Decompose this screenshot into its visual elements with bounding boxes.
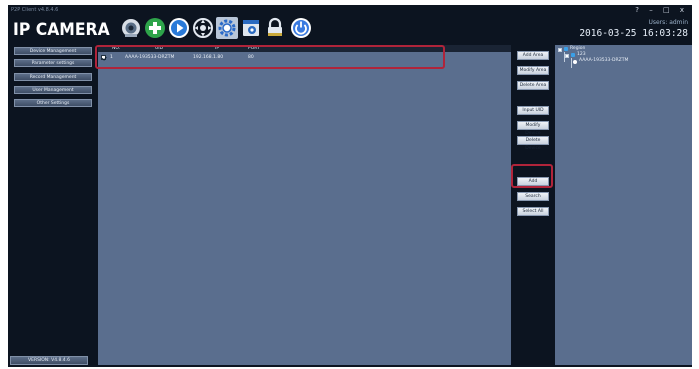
group-icon <box>571 53 575 57</box>
record-file-icon[interactable] <box>240 17 262 39</box>
app-window: P2P Client v4.8.4.6 ? – □ x IP CAMERA Us… <box>8 5 692 367</box>
ptz-icon[interactable] <box>192 17 214 39</box>
maximize-button[interactable]: □ <box>663 6 674 14</box>
device-icon <box>573 60 577 64</box>
sidebar-item-record-management[interactable]: Record Management <box>14 73 92 81</box>
tree-connector <box>571 58 572 68</box>
region-icon <box>564 47 568 51</box>
help-button[interactable]: ? <box>635 6 643 14</box>
power-icon[interactable] <box>290 17 312 39</box>
title-bar: P2P Client v4.8.4.6 ? – □ x <box>8 5 692 17</box>
add-icon[interactable] <box>144 17 166 39</box>
device-row-highlight <box>95 45 445 69</box>
window-title: P2P Client v4.8.4.6 <box>11 7 59 13</box>
app-brand: IP CAMERA <box>13 20 110 40</box>
tree-node-device[interactable]: AAAA-193533-DRZTM <box>579 58 628 64</box>
delete-area-button[interactable]: Delete Area <box>517 81 549 90</box>
expand-toggle-icon[interactable] <box>558 48 562 52</box>
search-button[interactable]: Search <box>517 192 549 201</box>
region-tree: Region 123 AAAA-193533-DRZTM <box>555 45 692 365</box>
version-label: VERSION: V4.8.4.6 <box>10 356 88 365</box>
input-uid-button[interactable]: Input UID <box>517 106 549 115</box>
sidebar-item-other-settings[interactable]: Other Settings <box>14 99 92 107</box>
lock-icon[interactable] <box>264 17 286 39</box>
add-button-highlight <box>511 164 553 188</box>
modify-device-button[interactable]: Modify Device <box>517 121 549 136</box>
select-all-button[interactable]: Select All <box>517 207 549 216</box>
current-user: Users: admin <box>648 19 688 26</box>
sidebar-item-device-management[interactable]: Device Management <box>14 47 92 55</box>
datetime-display: 2016-03-25 16:03:28 <box>579 28 688 39</box>
sidebar: Device Management Parameter settings Rec… <box>12 45 96 363</box>
window-controls: ? – □ x <box>635 4 688 16</box>
close-button[interactable]: x <box>680 6 688 14</box>
camera-icon[interactable] <box>120 17 142 39</box>
device-list-panel: NO. UID IP PORT 1 AAAA-193533-DRZTM 192.… <box>98 45 511 365</box>
delete-device-button[interactable]: Delete Device <box>517 136 549 151</box>
settings-icon[interactable] <box>216 17 238 39</box>
sidebar-item-user-management[interactable]: User Management <box>14 86 92 94</box>
action-panel: Add Area Modify Area Delete Area Input U… <box>513 45 553 365</box>
expand-toggle-icon[interactable] <box>565 54 569 58</box>
sidebar-item-parameter-settings[interactable]: Parameter settings <box>14 59 92 67</box>
play-icon[interactable] <box>168 17 190 39</box>
add-area-button[interactable]: Add Area <box>517 51 549 60</box>
modify-area-button[interactable]: Modify Area <box>517 66 549 75</box>
minimize-button[interactable]: – <box>649 6 657 14</box>
